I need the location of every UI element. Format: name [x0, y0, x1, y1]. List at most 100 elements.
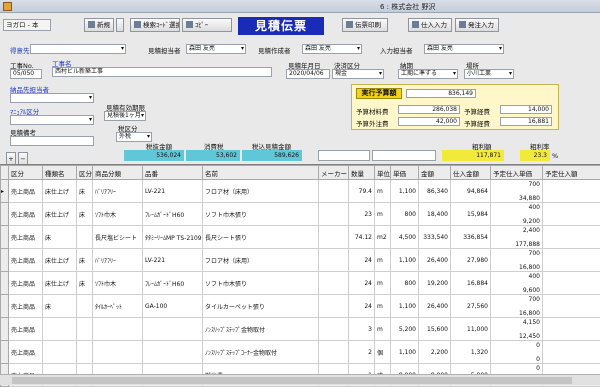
table-cell[interactable]: ﾊﾞﾘｱﾌﾘｰ [93, 249, 143, 272]
table-cell[interactable]: タイルカーペット張り [203, 295, 319, 318]
table-cell[interactable]: 27,980 [451, 249, 491, 272]
col-header[interactable]: 予定仕入額 [543, 166, 600, 180]
table-cell[interactable]: m2 [375, 226, 391, 249]
table-cell[interactable]: 336,854 [451, 226, 491, 249]
col-header[interactable]: 単位 [375, 166, 391, 180]
col-header[interactable]: 品番 [143, 166, 203, 180]
col-header[interactable]: 単価 [391, 166, 419, 180]
table-cell[interactable]: 26,400 [419, 295, 451, 318]
kouji-name-field[interactable]: 西村ビル新築工事 [52, 67, 272, 77]
row-selector[interactable] [1, 341, 9, 364]
table-cell[interactable]: 16,884 [451, 272, 491, 295]
table-cell[interactable]: ﾉﾝｽﾘｯﾌﾟｽﾃｯﾌﾟｺｰﾅｰ金物取付 [203, 341, 319, 364]
table-cell[interactable]: 26,400 [419, 249, 451, 272]
table-cell[interactable]: 2,200 [419, 341, 451, 364]
table-cell[interactable]: 4,500 [391, 226, 419, 249]
table-cell[interactable]: 94,864 [451, 180, 491, 203]
table-cell[interactable]: 23 [349, 203, 375, 226]
table-cell[interactable]: 5,200 [391, 318, 419, 341]
table-cell[interactable]: 床仕上げ [43, 203, 77, 226]
table-cell[interactable]: LV-221 [143, 180, 203, 203]
table-cell[interactable]: 個 [375, 341, 391, 364]
order-button[interactable]: 発注入力 [455, 18, 499, 32]
table-cell[interactable] [143, 341, 203, 364]
planned-price-cell[interactable]: 70016,800 [491, 249, 543, 272]
table-cell[interactable]: ﾌﾚｰﾑｶﾞｰﾄﾞH60 [143, 203, 203, 226]
table-cell[interactable]: 24 [349, 272, 375, 295]
table-cell[interactable]: フロア材（床用） [203, 249, 319, 272]
table-cell[interactable] [543, 295, 600, 318]
row-selector[interactable] [1, 272, 9, 295]
table-cell[interactable]: 3 [349, 318, 375, 341]
print-button[interactable]: 伝票印刷 [342, 18, 388, 32]
planned-price-cell[interactable]: 4,15012,450 [491, 318, 543, 341]
remark-field[interactable] [10, 136, 94, 146]
col-header[interactable]: 金額 [419, 166, 451, 180]
table-cell[interactable]: 333,540 [419, 226, 451, 249]
table-cell[interactable] [77, 226, 93, 249]
table-cell[interactable]: 86,340 [419, 180, 451, 203]
table-cell[interactable]: ﾌﾚｰﾑｶﾞｰﾄﾞH60 [143, 272, 203, 295]
col-header[interactable]: 区分 [77, 166, 93, 180]
row-selector[interactable]: ▸ [1, 180, 9, 203]
payment-select[interactable]: 現金 [332, 69, 384, 79]
table-cell[interactable]: ﾀｲﾙｶｰﾍﾟｯﾄ [93, 295, 143, 318]
date-field[interactable]: 2020/04/06 [286, 69, 330, 79]
table-cell[interactable]: 1,100 [391, 180, 419, 203]
table-cell[interactable]: 床仕上げ [43, 249, 77, 272]
kouji-no-field[interactable]: 05/050 [10, 69, 42, 79]
table-cell[interactable]: 74.12 [349, 226, 375, 249]
planned-price-cell[interactable]: 4009,200 [491, 203, 543, 226]
table-cell[interactable] [319, 203, 349, 226]
owner-select[interactable]: 森田 友亮 [186, 44, 246, 54]
table-cell[interactable]: 床 [77, 249, 93, 272]
planned-price-cell[interactable]: 70016,800 [491, 295, 543, 318]
table-row[interactable]: ▸売上商品床仕上げ床ﾊﾞﾘｱﾌﾘｰLV-221フロア材（床用）79.4m1,10… [1, 180, 600, 203]
copy-icon-button[interactable] [116, 18, 124, 32]
table-cell[interactable]: 売上商品 [9, 226, 43, 249]
table-cell[interactable]: GA-100 [143, 295, 203, 318]
table-cell[interactable]: 長尺塩ビシート [93, 226, 143, 249]
delivery-place-select[interactable] [10, 93, 94, 103]
row-selector[interactable] [1, 295, 9, 318]
table-row[interactable]: 売上商品ﾉﾝｽﾘｯﾌﾟｽﾃｯﾌﾟｺｰﾅｰ金物取付2個1,1002,2001,32… [1, 341, 600, 364]
dept-select[interactable] [10, 115, 94, 125]
destination-select[interactable] [30, 44, 126, 54]
table-row[interactable]: 売上商品床ﾀｲﾙｶｰﾍﾟｯﾄGA-100タイルカーペット張り24m1,10026… [1, 295, 600, 318]
col-header[interactable]: 商品分類 [93, 166, 143, 180]
table-cell[interactable] [93, 341, 143, 364]
table-cell[interactable] [319, 272, 349, 295]
planned-price-cell[interactable]: 00 [491, 341, 543, 364]
table-cell[interactable] [319, 318, 349, 341]
table-cell[interactable] [319, 249, 349, 272]
col-header[interactable]: 種類名 [43, 166, 77, 180]
col-header[interactable]: メーカー [319, 166, 349, 180]
table-cell[interactable]: 1,100 [391, 249, 419, 272]
table-cell[interactable]: 15,984 [451, 203, 491, 226]
table-cell[interactable]: ﾀﾀﾐｰﾘｰﾑMP TS-2109 [143, 226, 203, 249]
table-row[interactable]: 売上商品床長尺塩ビシートﾀﾀﾐｰﾘｰﾑMP TS-2109長尺シート張り74.1… [1, 226, 600, 249]
place-select[interactable]: 小川工業 [464, 69, 514, 79]
table-cell[interactable]: 床 [77, 272, 93, 295]
table-cell[interactable] [77, 341, 93, 364]
col-header[interactable]: 区分 [9, 166, 43, 180]
table-cell[interactable]: 売上商品 [9, 180, 43, 203]
table-cell[interactable] [77, 318, 93, 341]
table-cell[interactable]: 800 [391, 203, 419, 226]
table-cell[interactable]: 18,400 [419, 203, 451, 226]
table-row[interactable]: 売上商品床仕上げ床ｿﾌﾄ巾木ﾌﾚｰﾑｶﾞｰﾄﾞH60ソフト巾木張り24m8001… [1, 272, 600, 295]
table-cell[interactable]: 1,100 [391, 341, 419, 364]
table-cell[interactable]: 800 [391, 272, 419, 295]
table-cell[interactable] [143, 318, 203, 341]
table-cell[interactable] [543, 318, 600, 341]
table-cell[interactable]: 1,320 [451, 341, 491, 364]
expiry-select[interactable]: 見積後1ヶ月 [104, 111, 146, 121]
table-cell[interactable] [543, 341, 600, 364]
table-cell[interactable]: 11,000 [451, 318, 491, 341]
table-cell[interactable]: 長尺シート張り [203, 226, 319, 249]
table-cell[interactable]: m [375, 180, 391, 203]
table-cell[interactable]: ｿﾌﾄ巾木 [93, 272, 143, 295]
code-field[interactable]: ヨガロ - 本 [3, 19, 51, 31]
table-cell[interactable]: 27,560 [451, 295, 491, 318]
table-cell[interactable]: ソフト巾木張り [203, 272, 319, 295]
